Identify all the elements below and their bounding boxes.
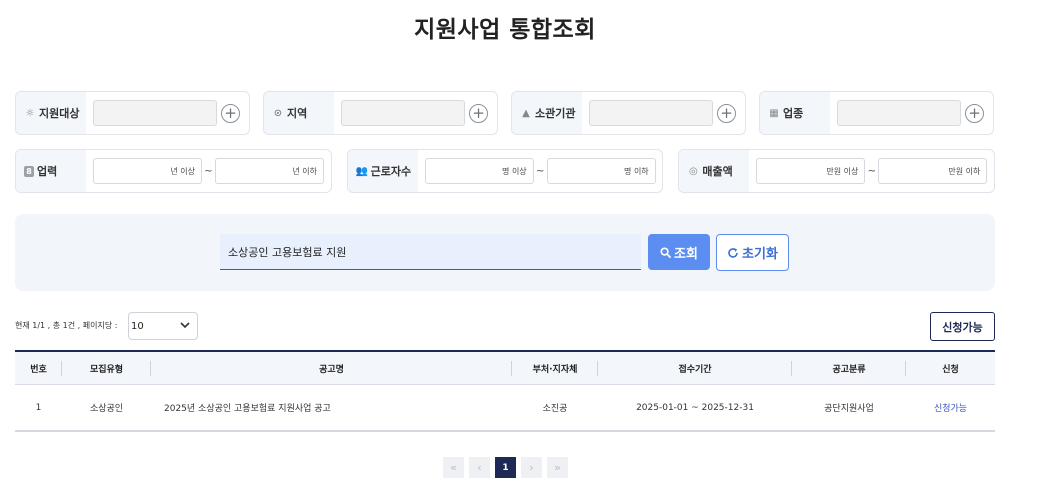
search-button-label: 조회 [674, 246, 698, 262]
filter-industry: ▦ 업종 + [759, 91, 994, 135]
refresh-icon [728, 247, 738, 258]
filter-revenue: ◎ 매출액 만원 이상 ~ 만원 이하 [678, 149, 996, 193]
row-period: 2025-01-01 ~ 2025-12-31 [636, 402, 754, 413]
add-region-icon[interactable]: + [469, 103, 488, 123]
range-group: 명 이상 ~ 명 이하 [424, 158, 656, 184]
col-header-recruit-type[interactable]: 모집유형 [62, 352, 151, 384]
page-size-value: 10 [131, 320, 144, 332]
filter-row-range: 8 업력 년 이상 ~ 년 이하 👥 근로자수 명 이상 ~ 명 이하 ◎ 매출… [15, 149, 996, 193]
filter-label-text: 지역 [287, 107, 308, 120]
search-panel: 소상공인 고용보험료 지원 조회 초기화 [15, 214, 995, 291]
institution-icon: ▲ [522, 107, 530, 119]
table-header: 번호 모집유형 공고명 부처·지자체 접수기간 공고분류 신청 [15, 352, 995, 385]
last-page-button[interactable]: » [547, 457, 568, 478]
row-category: 공단지원사업 [824, 404, 874, 414]
range-separator: ~ [867, 165, 877, 177]
add-agency-icon[interactable]: + [717, 103, 736, 123]
filter-label: 8 업력 [16, 150, 86, 192]
add-industry-icon[interactable]: + [965, 103, 984, 123]
col-header-period[interactable]: 접수기간 [598, 352, 792, 384]
region-input[interactable] [341, 100, 465, 126]
filter-label: ☼ 지원대상 [16, 92, 86, 134]
search-input[interactable]: 소상공인 고용보험료 지원 [220, 234, 641, 270]
range-group: 년 이상 ~ 년 이하 [93, 158, 324, 184]
filter-label-text: 지원대상 [39, 107, 80, 120]
filter-label: ⊙ 지역 [264, 92, 334, 134]
col-header-category[interactable]: 공고분류 [792, 352, 906, 384]
filter-label-text: 근로자수 [370, 165, 412, 178]
col-header-number[interactable]: 번호 [15, 352, 62, 384]
row-number: 1 [35, 402, 42, 413]
row-notice-name[interactable]: 2025년 소상공인 고용보험료 지원사업 공고 [151, 385, 512, 430]
reset-button-label: 초기화 [742, 247, 778, 262]
filter-label: ◎ 매출액 [679, 150, 750, 192]
filter-region: ⊙ 지역 + [263, 91, 498, 135]
page-button-current[interactable]: 1 [495, 457, 516, 478]
filter-label-text: 업종 [783, 107, 804, 120]
page-size-select[interactable]: 10 [128, 312, 198, 340]
employees-max-input[interactable]: 명 이하 [546, 158, 656, 184]
row-agency: 소진공 [542, 404, 568, 414]
years-min-input[interactable]: 년 이상 [93, 158, 202, 184]
lightbulb-icon: ☼ [25, 107, 35, 119]
filter-target: ☼ 지원대상 + [15, 91, 250, 135]
range-separator: ~ [204, 165, 213, 177]
target-input[interactable] [93, 100, 217, 126]
range-separator: ~ [535, 165, 545, 177]
employees-min-input[interactable]: 명 이상 [424, 158, 534, 184]
filter-label: 👥 근로자수 [347, 150, 418, 192]
filter-label-text: 소관기관 [535, 107, 576, 120]
reset-button[interactable]: 초기화 [716, 234, 789, 271]
col-header-notice-name[interactable]: 공고명 [151, 352, 512, 384]
filter-label: ▦ 업종 [760, 92, 830, 134]
years-badge-icon: 8 [24, 165, 34, 177]
filter-agency: ▲ 소관기관 + [511, 91, 746, 135]
next-page-button[interactable]: › [521, 457, 542, 478]
table-row[interactable]: 1 소상공인 2025년 소상공인 고용보험료 지원사업 공고 소진공 2025… [15, 385, 995, 432]
years-max-input[interactable]: 년 이하 [215, 158, 324, 184]
industry-icon: ▦ [769, 107, 779, 119]
filter-row-primary: ☼ 지원대상 + ⊙ 지역 + ▲ 소관기관 + ▦ 업종 + [15, 91, 995, 135]
row-apply-link[interactable]: 신청가능 [906, 385, 995, 430]
applicable-filter-button[interactable]: 신청가능 [930, 312, 995, 341]
search-icon [660, 246, 671, 258]
search-button[interactable]: 조회 [648, 234, 710, 270]
coins-icon: ◎ [688, 165, 698, 177]
range-group: 만원 이상 ~ 만원 이하 [756, 158, 988, 184]
revenue-max-input[interactable]: 만원 이하 [878, 158, 988, 184]
col-header-apply[interactable]: 신청 [906, 352, 995, 384]
filter-label-text: 업력 [37, 165, 58, 178]
filter-label-text: 매출액 [702, 165, 733, 178]
workers-icon: 👥 [355, 165, 368, 177]
results-table: 번호 모집유형 공고명 부처·지자체 접수기간 공고분류 신청 1 소상공인 2… [15, 350, 995, 432]
page-title: 지원사업 통합조회 [414, 17, 596, 43]
filter-employees: 👥 근로자수 명 이상 ~ 명 이하 [346, 149, 664, 193]
chevron-down-icon [180, 322, 190, 329]
location-pin-icon: ⊙ [273, 107, 283, 119]
filter-business-years: 8 업력 년 이상 ~ 년 이하 [15, 149, 332, 193]
filter-label: ▲ 소관기관 [512, 92, 582, 134]
row-recruit-type: 소상공인 [89, 404, 124, 414]
pagination: « ‹ 1 › » [443, 457, 568, 478]
col-header-agency[interactable]: 부처·지자체 [512, 352, 598, 384]
add-target-icon[interactable]: + [221, 103, 240, 123]
result-count: 현재 1/1 , 총 1건 , 페이지당 : [15, 321, 118, 330]
revenue-min-input[interactable]: 만원 이상 [756, 158, 866, 184]
first-page-button[interactable]: « [443, 457, 464, 478]
agency-input[interactable] [589, 100, 713, 126]
prev-page-button[interactable]: ‹ [469, 457, 490, 478]
industry-input[interactable] [837, 100, 961, 126]
